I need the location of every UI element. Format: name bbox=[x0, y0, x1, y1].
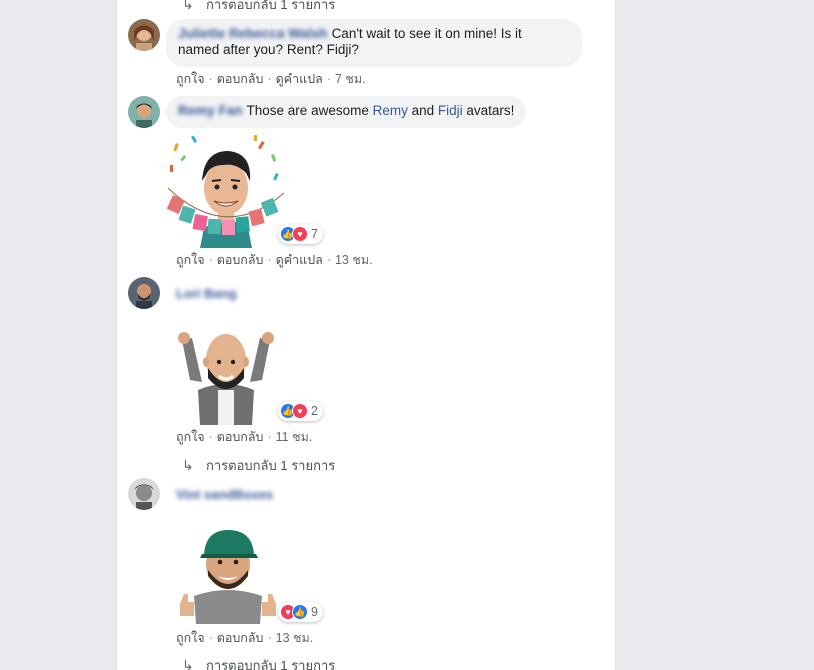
comment-actions: ถูกใจ · ตอบกลับ · 11 ชม. bbox=[176, 430, 313, 444]
comment-actions: ถูกใจ · ตอบกลับ · 13 ชม. bbox=[176, 631, 314, 645]
reply-link[interactable]: ตอบกลับ bbox=[217, 253, 264, 267]
translate-link[interactable]: ดูคำแปล bbox=[276, 253, 323, 267]
view-replies-link[interactable]: ↳ การตอบกลับ 1 รายการ bbox=[182, 655, 335, 670]
reaction-count: 2 bbox=[311, 404, 318, 418]
comment-author[interactable]: Juliette Rebecca Walsh bbox=[178, 26, 328, 42]
avatar[interactable] bbox=[128, 96, 160, 128]
view-replies-label: การตอบกลับ 1 รายการ bbox=[206, 0, 336, 12]
reaction-summary[interactable]: ♥ 👍 9 bbox=[278, 602, 323, 622]
tagged-user-link[interactable]: Fidji bbox=[438, 103, 463, 118]
like-link[interactable]: ถูกใจ bbox=[176, 72, 205, 86]
avatar[interactable] bbox=[128, 19, 160, 51]
comment-timestamp[interactable]: 13 ชม. bbox=[276, 631, 314, 645]
view-replies-label: การตอบกลับ 1 รายการ bbox=[206, 658, 336, 670]
comment-actions: ถูกใจ · ตอบกลับ · ดูคำแปล · 7 ชม. bbox=[176, 72, 366, 86]
comment-author[interactable]: Lori Bang bbox=[176, 286, 237, 301]
view-replies-link[interactable]: ↳ การตอบกลับ 1 รายการ bbox=[182, 455, 335, 476]
comment-timestamp[interactable]: 7 ชม. bbox=[335, 72, 366, 86]
comment-text-line2: named after you? Rent? Fidji? bbox=[178, 42, 359, 57]
like-link[interactable]: ถูกใจ bbox=[176, 253, 205, 267]
congrats-avatar-sticker[interactable] bbox=[166, 133, 286, 251]
comment-text: Can't wait to see it on mine! Is it bbox=[331, 26, 522, 41]
view-replies-label: การตอบกลับ 1 รายการ bbox=[206, 458, 336, 473]
comment-text: avatars! bbox=[462, 103, 515, 118]
view-replies-link-top[interactable]: ↳ การตอบกลับ 1 รายการ bbox=[182, 0, 335, 15]
reply-link[interactable]: ตอบกลับ bbox=[217, 430, 264, 444]
tagged-user-link[interactable]: Remy bbox=[373, 103, 408, 118]
comment-bubble: Juliette Rebecca Walsh Can't wait to see … bbox=[166, 19, 582, 67]
comment-timestamp[interactable]: 13 ชม. bbox=[335, 253, 373, 267]
cheering-avatar-sticker[interactable] bbox=[174, 330, 278, 428]
comment-actions: ถูกใจ · ตอบกลับ · ดูคำแปล · 13 ชม. bbox=[176, 253, 373, 267]
reaction-summary[interactable]: 👍 ♥ 2 bbox=[278, 401, 323, 421]
comment-bubble: Remy Fan Those are awesome Remy and Fidji… bbox=[166, 96, 527, 128]
reply-link[interactable]: ตอบกลับ bbox=[217, 631, 264, 645]
comment-text: Those are awesome bbox=[246, 103, 373, 118]
thumbs-up-avatar-sticker[interactable] bbox=[176, 526, 280, 627]
comment-timestamp[interactable]: 11 ชม. bbox=[276, 430, 313, 444]
reply-arrow-icon: ↳ bbox=[182, 0, 194, 12]
avatar[interactable] bbox=[128, 478, 160, 510]
like-link[interactable]: ถูกใจ bbox=[176, 430, 205, 444]
like-link[interactable]: ถูกใจ bbox=[176, 631, 205, 645]
comment-author[interactable]: Vint sandBoxes bbox=[176, 487, 273, 502]
translate-link[interactable]: ดูคำแปล bbox=[276, 72, 323, 86]
avatar[interactable] bbox=[128, 277, 160, 309]
reaction-summary[interactable]: 👍 ♥ 7 bbox=[278, 224, 323, 244]
comment-author[interactable]: Remy Fan bbox=[178, 103, 243, 119]
reply-arrow-icon: ↳ bbox=[182, 457, 194, 473]
reaction-count: 7 bbox=[311, 227, 318, 241]
reply-arrow-icon: ↳ bbox=[182, 657, 194, 670]
reply-link[interactable]: ตอบกลับ bbox=[217, 72, 264, 86]
love-reaction-icon: ♥ bbox=[292, 226, 308, 242]
reaction-count: 9 bbox=[311, 605, 318, 619]
comment-text: and bbox=[407, 103, 438, 118]
love-reaction-icon: ♥ bbox=[292, 403, 308, 419]
like-reaction-icon: 👍 bbox=[292, 604, 308, 620]
